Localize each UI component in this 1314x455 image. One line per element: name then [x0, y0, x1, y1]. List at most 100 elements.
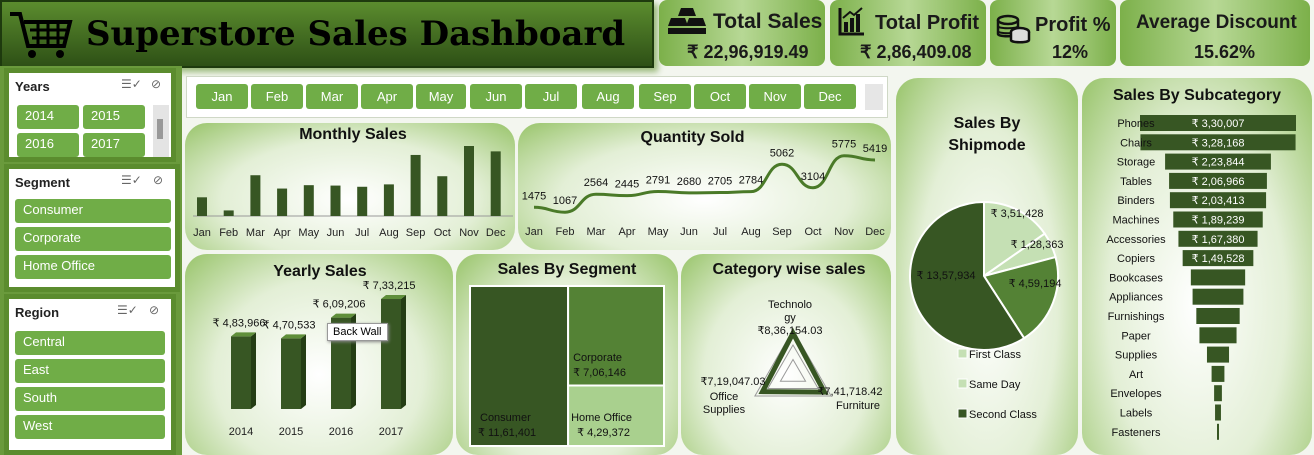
- tick-label: Nov: [834, 226, 854, 238]
- tick-label: Apr: [618, 226, 635, 238]
- tick-label: Jun: [680, 226, 698, 238]
- kpi-label: Total Profit: [875, 12, 980, 34]
- legend-label: Second Class: [969, 409, 1037, 421]
- tick-label: Oct: [434, 227, 451, 239]
- data-label: ₹ 1,89,239: [1192, 215, 1245, 227]
- month-scrollbar[interactable]: [865, 84, 883, 110]
- dashboard-title: Superstore Sales Dashboard: [86, 14, 626, 54]
- month-button-oct[interactable]: Oct: [694, 84, 746, 109]
- growth-chart-icon: [838, 7, 864, 36]
- slicer-item-home-office[interactable]: Home Office: [15, 255, 171, 279]
- data-label: ₹7,19,047.03: [700, 376, 765, 388]
- month-button-jan[interactable]: Jan: [196, 84, 248, 109]
- bar: [303, 185, 314, 216]
- radar-grid: [779, 358, 807, 382]
- bar: [197, 197, 207, 216]
- clear-filter-icon[interactable]: ⊘: [149, 303, 159, 317]
- treemap-label: Consumer: [480, 412, 531, 424]
- multi-select-icon[interactable]: ☰✓: [117, 303, 138, 317]
- tick-label: Envelopes: [1110, 388, 1162, 400]
- slicer-scrollbar[interactable]: [153, 105, 169, 157]
- region-slicer[interactable]: Region ☰✓ ⊘ Central East South West: [4, 294, 176, 455]
- tick-label: 2016: [329, 426, 353, 438]
- tick-label: 2014: [229, 426, 253, 438]
- slicer-item-2016[interactable]: 2016: [17, 133, 79, 157]
- tick-label: Chairs: [1120, 137, 1152, 149]
- tick-label: Mar: [587, 226, 606, 238]
- bar: [437, 176, 448, 216]
- bar: [1206, 346, 1230, 363]
- tick-label: Paper: [1121, 330, 1151, 342]
- tooltip: Back Wall: [327, 323, 388, 341]
- slicer-item-2014[interactable]: 2014: [17, 105, 79, 129]
- multi-select-icon[interactable]: ☰✓: [121, 77, 142, 91]
- kpi-average-discount: Average Discount 15.62%: [1120, 0, 1310, 66]
- month-button-aug[interactable]: Aug: [582, 84, 634, 109]
- tick-label: Apr: [274, 227, 291, 239]
- segment-slicer[interactable]: Segment ☰✓ ⊘ Consumer Corporate Home Off…: [4, 164, 180, 292]
- data-label: ₹ 1,49,528: [1192, 253, 1245, 265]
- tick-label: Aug: [379, 227, 399, 239]
- month-button-nov[interactable]: Nov: [749, 84, 801, 109]
- data-label: ₹ 7,33,215: [363, 280, 416, 292]
- slicer-item-west[interactable]: West: [15, 415, 165, 439]
- legend-swatch: [957, 348, 968, 359]
- slicer-item-2017[interactable]: 2017: [83, 133, 145, 157]
- tick-label: Phones: [1117, 118, 1155, 130]
- tick-label: Labels: [1120, 408, 1153, 420]
- clear-filter-icon[interactable]: ⊘: [151, 77, 161, 91]
- legend-swatch: [957, 378, 968, 389]
- tick-label: 2017: [379, 426, 403, 438]
- month-button-jun[interactable]: Jun: [470, 84, 522, 109]
- clear-filter-icon[interactable]: ⊘: [153, 173, 163, 187]
- kpi-value: 12%: [1052, 42, 1089, 62]
- data-label: ₹ 2,06,966: [1192, 176, 1245, 188]
- axis-label: Office: [710, 391, 739, 403]
- month-button-dec[interactable]: Dec: [804, 84, 856, 109]
- slicer-item-central[interactable]: Central: [15, 331, 165, 355]
- month-button-mar[interactable]: Mar: [306, 84, 358, 109]
- axis-label: Supplies: [703, 404, 746, 416]
- quantity-sold-chart: 1475 Jan 1067 Feb 2564 Mar 2445 Apr 2791 May 2680 J…: [522, 139, 887, 238]
- tick-label: Dec: [486, 227, 506, 239]
- data-label: ₹ 3,51,428: [991, 208, 1044, 220]
- data-label: ₹ 4,83,966: [213, 317, 266, 329]
- data-label: ₹ 3,28,168: [1192, 137, 1245, 149]
- slicer-item-2015[interactable]: 2015: [83, 105, 145, 129]
- tick-label: Appliances: [1109, 292, 1163, 304]
- bar: [277, 188, 288, 216]
- data-label: 2791: [646, 175, 670, 187]
- data-label: ₹ 1,67,380: [1192, 234, 1245, 246]
- segment-treemap: Consumer ₹ 11,61,401 Corporate ₹ 7,06,146 Ho…: [469, 285, 665, 448]
- tick-label: Dec: [865, 226, 885, 238]
- data-label: 2445: [615, 179, 639, 191]
- data-label: ₹ 4,59,194: [1009, 278, 1062, 290]
- years-slicer[interactable]: Years ☰✓ ⊘ 2014 2015 2016 2017: [4, 68, 176, 162]
- month-button-apr[interactable]: Apr: [361, 84, 413, 109]
- slicer-item-consumer[interactable]: Consumer: [15, 199, 171, 223]
- tick-label: Feb: [556, 226, 575, 238]
- slicer-item-east[interactable]: East: [15, 359, 165, 383]
- tick-label: Binders: [1117, 195, 1155, 207]
- tick-label: May: [298, 227, 319, 239]
- tick-label: Jun: [327, 227, 345, 239]
- bar: [1196, 308, 1240, 324]
- bar-side: [301, 334, 306, 409]
- month-button-may[interactable]: May: [416, 84, 466, 109]
- slicer-item-corporate[interactable]: Corporate: [15, 227, 171, 251]
- bar: [281, 338, 301, 409]
- treemap-value: ₹ 4,29,372: [577, 427, 630, 439]
- slicer-item-south[interactable]: South: [15, 387, 165, 411]
- month-button-jul[interactable]: Jul: [525, 84, 577, 109]
- bar: [381, 299, 401, 409]
- multi-select-icon[interactable]: ☰✓: [121, 173, 142, 187]
- kpi-value: 15.62%: [1194, 42, 1256, 62]
- data-label: 3104: [801, 171, 825, 183]
- data-label: ₹ 1,28,363: [1011, 239, 1064, 251]
- month-button-feb[interactable]: Feb: [251, 84, 303, 109]
- bar: [357, 186, 368, 216]
- month-button-sep[interactable]: Sep: [639, 84, 691, 109]
- tick-label: Accessories: [1106, 234, 1166, 246]
- category-radar-chart: Technology₹8,36,154.03 ₹7,41,718.42 Furnit…: [700, 299, 882, 416]
- kpi-value: ₹ 2,86,409.08: [860, 42, 972, 62]
